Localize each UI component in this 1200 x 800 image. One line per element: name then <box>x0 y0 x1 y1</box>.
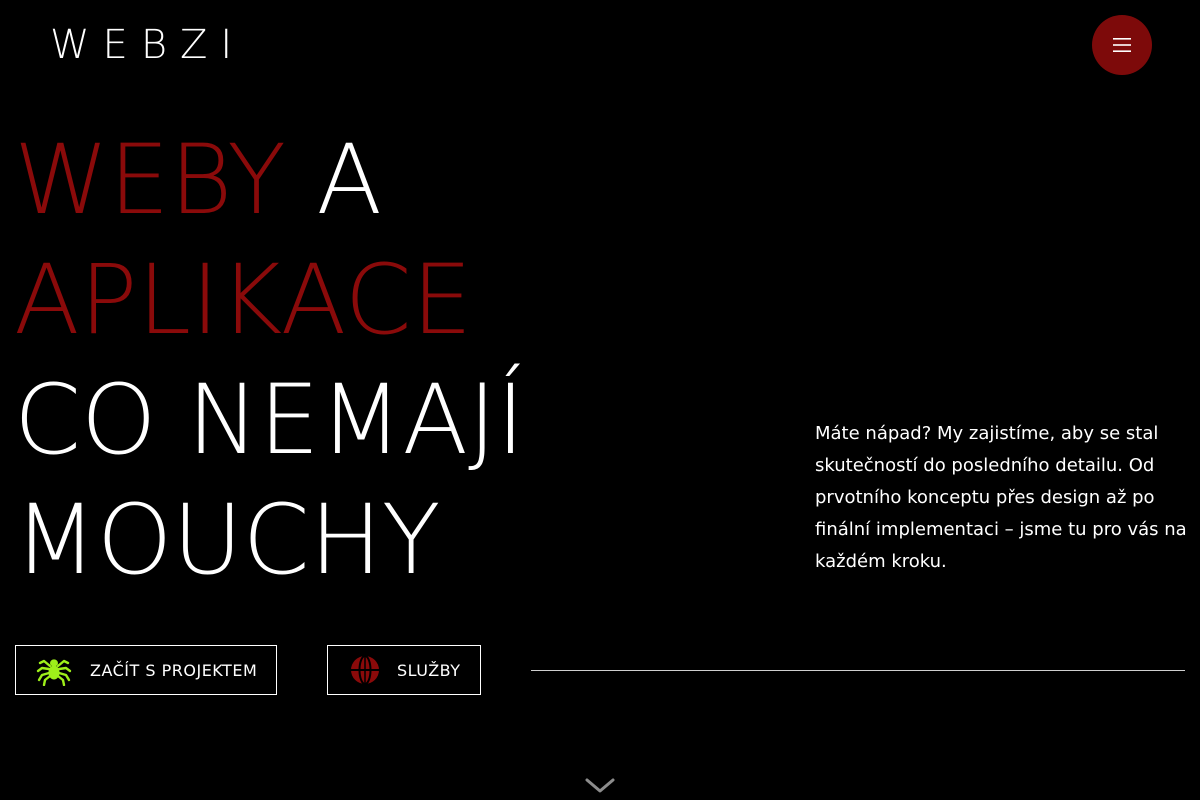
chevron-down-icon <box>585 778 615 793</box>
headline-line-4: MOUCHY <box>14 484 441 596</box>
headline-line-2: APLIKACE <box>14 244 473 356</box>
hamburger-icon <box>1113 38 1131 52</box>
menu-button[interactable] <box>1092 15 1152 75</box>
hero-intro-text: Máte nápad? My zajistíme, aby se stal sk… <box>815 423 1187 572</box>
start-project-label: ZAČÍT S PROJEKTEM <box>90 660 258 680</box>
headline-line-1: WEBY A <box>14 120 525 240</box>
headline-connector: A <box>285 124 383 236</box>
services-label: SLUŽBY <box>397 660 461 680</box>
spider-icon <box>36 652 72 688</box>
globe-icon <box>347 652 383 688</box>
logo[interactable]: WEBZI <box>50 22 245 68</box>
scroll-down-button[interactable] <box>584 774 616 796</box>
hero-headline: WEBY A APLIKACE CO NEMAJÍ MOUCHY <box>14 120 525 600</box>
start-project-button[interactable]: ZAČÍT S PROJEKTEM <box>15 645 277 695</box>
headline-accent-word: WEBY <box>14 124 286 236</box>
services-button[interactable]: SLUŽBY <box>327 645 481 695</box>
headline-line-3: CO NEMAJÍ <box>14 364 525 476</box>
hero-divider <box>531 670 1185 671</box>
